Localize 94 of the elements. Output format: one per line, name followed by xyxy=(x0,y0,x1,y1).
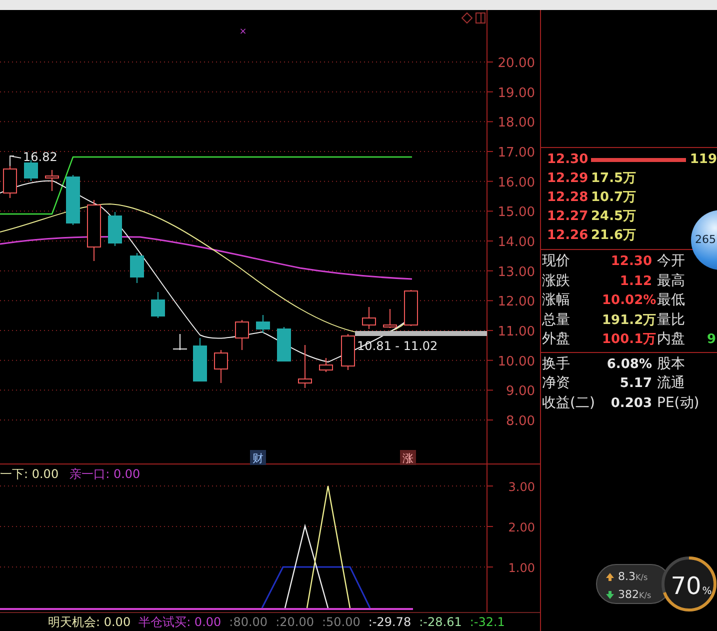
quote-label: 量比 xyxy=(657,310,686,330)
candlestick xyxy=(256,314,270,334)
candlestick xyxy=(87,200,101,262)
bid-price: 12.29 xyxy=(547,170,589,188)
quote-label: 最高 xyxy=(657,272,686,290)
indicator-axis-label: 2.00 xyxy=(508,520,535,534)
quote-value: 1.12 xyxy=(618,272,652,290)
bid-volume: 17.5万 xyxy=(591,170,636,188)
percent-sign: % xyxy=(702,586,712,597)
price-axis-label: 8.00 xyxy=(506,414,535,429)
candlestick xyxy=(341,334,355,370)
upload-arrow-icon xyxy=(606,572,614,581)
high-price-label: 16.82 xyxy=(23,150,58,164)
status-value: :-28.61 xyxy=(419,614,462,630)
indicator-axis-label: 3.00 xyxy=(508,480,535,494)
quote-label: 换手 xyxy=(542,354,571,374)
bid-price: 12.28 xyxy=(547,189,589,207)
quote-label: 今开 xyxy=(657,252,686,271)
candlestick xyxy=(24,160,38,182)
price-axis-label: 17.00 xyxy=(498,146,535,160)
candlestick xyxy=(151,292,165,318)
candlestick xyxy=(362,306,376,330)
indicator-legend: 一下: 0.00 xyxy=(0,467,59,481)
price-axis-label: 16.00 xyxy=(498,175,535,190)
price-axis-label: 11.00 xyxy=(498,324,535,340)
quote-value: 0.203 xyxy=(610,394,652,412)
quote-value: 6.08% xyxy=(606,356,652,374)
candlestick xyxy=(277,326,291,362)
price-axis-label: 13.00 xyxy=(498,264,535,280)
speed-unit: K/s xyxy=(639,591,652,600)
usage-percent: 70 xyxy=(670,572,702,600)
indicator-axis-label: 1.00 xyxy=(508,561,535,575)
quote-value: 9 xyxy=(707,331,716,349)
quote-label: 内盘 xyxy=(657,330,686,349)
status-value: :80.00 xyxy=(229,614,268,630)
bid-price: 12.30 xyxy=(547,151,589,169)
candlestick xyxy=(130,252,144,284)
candlestick xyxy=(298,344,312,388)
floating-ball[interactable]: 265 xyxy=(691,210,717,270)
candlestick xyxy=(319,358,333,372)
status-value: :50.00 xyxy=(322,614,360,630)
quote-label: 收益(二) xyxy=(542,394,596,412)
quote-value: 12.30 xyxy=(610,253,652,271)
window-icon xyxy=(476,12,486,24)
price-axis-label: 15.00 xyxy=(498,205,535,220)
candlestick xyxy=(383,308,397,328)
quote-label: 流通 xyxy=(657,374,686,393)
bid-volume: 24.5万 xyxy=(591,208,636,226)
price-axis-label: 20.00 xyxy=(498,56,535,71)
quote-label: 股本 xyxy=(657,354,686,374)
download-speed: 382 xyxy=(618,588,639,601)
quote-label: 涨幅 xyxy=(542,291,571,310)
download-arrow-icon xyxy=(606,590,614,599)
price-axis-label: 9.00 xyxy=(506,384,535,400)
high-marker xyxy=(10,156,22,166)
candlestick xyxy=(3,164,17,198)
bid-volume: 119 xyxy=(690,151,717,169)
quote-label: 净资 xyxy=(542,374,571,393)
cross-mark: × xyxy=(239,27,247,37)
candlestick xyxy=(214,350,228,384)
bid-price: 12.26 xyxy=(547,227,589,245)
quote-label: 最低 xyxy=(657,291,686,310)
bid-volume: 21.6万 xyxy=(591,227,636,245)
diamond-icon xyxy=(461,12,473,24)
status-value: :20.00 xyxy=(276,614,314,630)
status-value: :-32.1 xyxy=(470,614,505,630)
event-marker[interactable]: 涨 xyxy=(400,450,416,465)
upload-speed: 8.3 xyxy=(618,570,636,583)
price-axis-label: 14.00 xyxy=(498,235,535,250)
candlestick xyxy=(404,290,418,326)
event-marker[interactable]: 财 xyxy=(250,450,266,465)
status-value: :-29.78 xyxy=(368,614,412,630)
price-axis-label: 18.00 xyxy=(498,116,535,131)
candlestick xyxy=(108,212,122,246)
speed-unit: K/s xyxy=(636,573,648,582)
quote-label: 外盘 xyxy=(542,330,571,349)
candlestick xyxy=(235,320,249,350)
price-axis-label: 10.00 xyxy=(498,354,535,370)
bid-price: 12.27 xyxy=(547,208,589,226)
candlestick xyxy=(193,338,207,382)
status-value: 半仓试买: 0.00 xyxy=(138,614,222,630)
quote-value: 5.17 xyxy=(618,375,652,393)
quote-label: 总量 xyxy=(542,310,571,330)
quote-label: PE(动) xyxy=(657,394,700,412)
candlestick xyxy=(45,170,59,192)
price-axis-label: 12.00 xyxy=(498,294,535,310)
bid-volume: 10.7万 xyxy=(591,189,636,207)
indicator-legend: 亲一口: 0.00 xyxy=(70,467,140,481)
price-axis-label: 19.00 xyxy=(498,86,535,101)
candlestick xyxy=(172,334,188,350)
status-value: 明天机会: 0.00 xyxy=(48,614,131,630)
quote-label: 涨跌 xyxy=(542,272,571,290)
candlestick xyxy=(66,174,80,226)
quote-label: 现价 xyxy=(542,252,571,271)
